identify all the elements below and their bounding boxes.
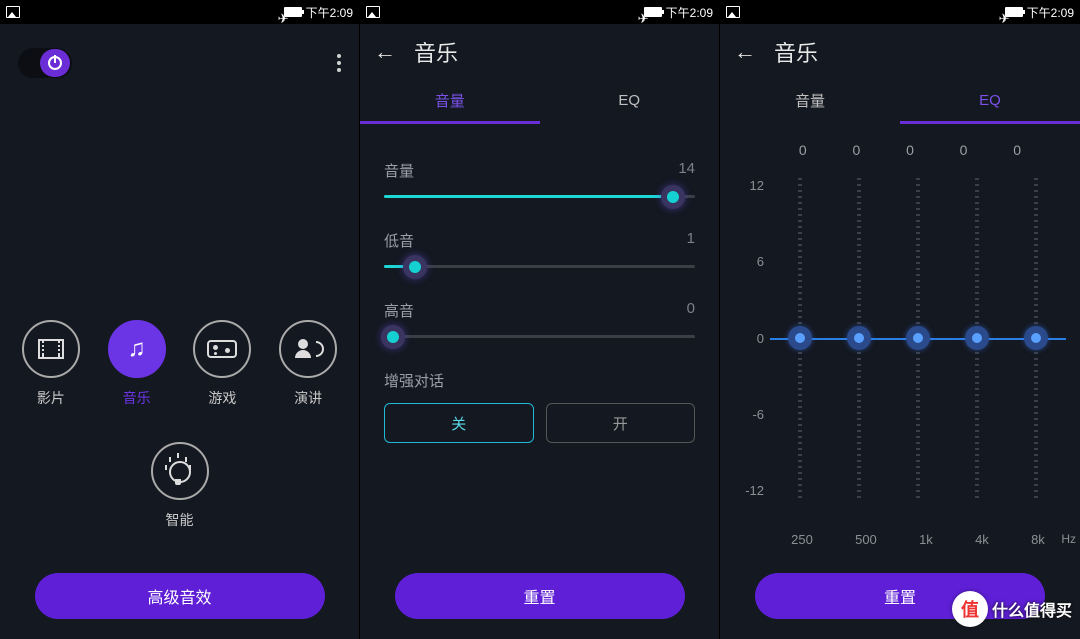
tab-eq[interactable]: EQ (900, 80, 1080, 124)
slider-bass[interactable]: 低音 1 (384, 230, 695, 268)
slider-value: 1 (687, 230, 695, 251)
eq-knob[interactable] (906, 326, 930, 350)
eq-value: 0 (852, 142, 860, 158)
mode-label: 音乐 (123, 388, 151, 408)
y-tick: -6 (734, 407, 764, 422)
mode-game[interactable]: 游戏 (193, 320, 251, 408)
y-tick: -12 (734, 483, 764, 498)
battery-icon (1005, 7, 1023, 17)
slider-label: 音量 (384, 160, 414, 181)
eq-value: 0 (906, 142, 914, 158)
mode-label: 演讲 (294, 388, 322, 408)
mode-label: 智能 (166, 510, 194, 530)
mode-label: 影片 (37, 388, 65, 408)
advanced-button[interactable]: 高级音效 (35, 573, 325, 619)
picture-icon (6, 6, 20, 18)
status-bar: 下午2:09 (0, 0, 359, 24)
tab-volume[interactable]: 音量 (720, 80, 900, 124)
eq-value: 0 (960, 142, 968, 158)
speech-icon (298, 339, 318, 359)
tab-eq[interactable]: EQ (540, 80, 720, 124)
eq-band-values: 0 0 0 0 0 (720, 142, 1080, 158)
mode-label: 游戏 (208, 388, 236, 408)
page-title: 音乐 (774, 36, 818, 68)
clock: 下午2:09 (306, 4, 353, 21)
eq-band-slider[interactable] (857, 178, 861, 498)
status-bar: 下午2:09 (720, 0, 1080, 24)
eq-knob[interactable] (965, 326, 989, 350)
reset-button[interactable]: 重置 (395, 573, 685, 619)
watermark: 值 什么值得买 (952, 591, 1072, 627)
y-tick: 6 (734, 254, 764, 269)
tab-volume[interactable]: 音量 (360, 80, 540, 124)
slider-volume[interactable]: 音量 14 (384, 160, 695, 198)
eq-value: 0 (799, 142, 807, 158)
gamepad-icon (207, 340, 237, 358)
hz-label: Hz (1061, 532, 1076, 546)
y-tick: 12 (734, 178, 764, 193)
eq-band-slider[interactable] (798, 178, 802, 498)
enhance-on-button[interactable]: 开 (546, 403, 696, 443)
y-tick: 0 (734, 331, 764, 346)
enhance-off-button[interactable]: 关 (384, 403, 534, 443)
eq-band-slider[interactable] (975, 178, 979, 498)
more-icon[interactable] (337, 54, 341, 72)
mode-speech[interactable]: 演讲 (279, 320, 337, 408)
x-tick: 8k (1031, 532, 1045, 547)
slider-value: 14 (678, 160, 695, 181)
bulb-icon (169, 457, 191, 485)
x-tick: 1k (919, 532, 933, 547)
mode-smart[interactable]: 智能 (151, 442, 209, 530)
screen-volume: 下午2:09 ← 音乐 音量 EQ 音量14 低音1 高音0 增强对话 关 开 … (360, 0, 720, 639)
slider-value: 0 (687, 300, 695, 321)
clock: 下午2:09 (1027, 4, 1074, 21)
eq-band-slider[interactable] (916, 178, 920, 498)
x-tick: 500 (855, 532, 877, 547)
eq-x-axis: 250 500 1k 4k 8k Hz (720, 518, 1080, 547)
battery-icon (284, 7, 302, 17)
watermark-text: 什么值得买 (992, 597, 1072, 621)
power-toggle[interactable] (18, 48, 72, 78)
back-icon[interactable]: ← (374, 39, 396, 65)
eq-knob[interactable] (1024, 326, 1048, 350)
eq-value: 0 (1013, 142, 1021, 158)
enhance-label: 增强对话 (384, 370, 695, 391)
screen-eq: 下午2:09 ← 音乐 音量 EQ 0 0 0 0 0 12 6 0 -6 -1… (720, 0, 1080, 639)
slider-label: 低音 (384, 230, 414, 251)
page-title: 音乐 (414, 36, 458, 68)
eq-y-axis: 12 6 0 -6 -12 (734, 178, 764, 498)
eq-knob[interactable] (847, 326, 871, 350)
eq-band-slider[interactable] (1034, 178, 1038, 498)
slider-label: 高音 (384, 300, 414, 321)
music-note-icon: ♫ (128, 335, 146, 363)
screen-modes: 下午2:09 影片 ♫ 音乐 游戏 演讲 智能 高级音 (0, 0, 360, 639)
x-tick: 250 (791, 532, 813, 547)
clock: 下午2:09 (666, 4, 713, 21)
back-icon[interactable]: ← (734, 39, 756, 65)
mode-music[interactable]: ♫ 音乐 (108, 320, 166, 408)
eq-knob[interactable] (788, 326, 812, 350)
power-icon (48, 56, 62, 70)
slider-treble[interactable]: 高音 0 (384, 300, 695, 338)
battery-icon (644, 7, 662, 17)
picture-icon (366, 6, 380, 18)
x-tick: 4k (975, 532, 989, 547)
status-bar: 下午2:09 (360, 0, 719, 24)
picture-icon (726, 6, 740, 18)
film-icon (38, 339, 64, 359)
watermark-icon: 值 (952, 591, 988, 627)
mode-film[interactable]: 影片 (22, 320, 80, 408)
